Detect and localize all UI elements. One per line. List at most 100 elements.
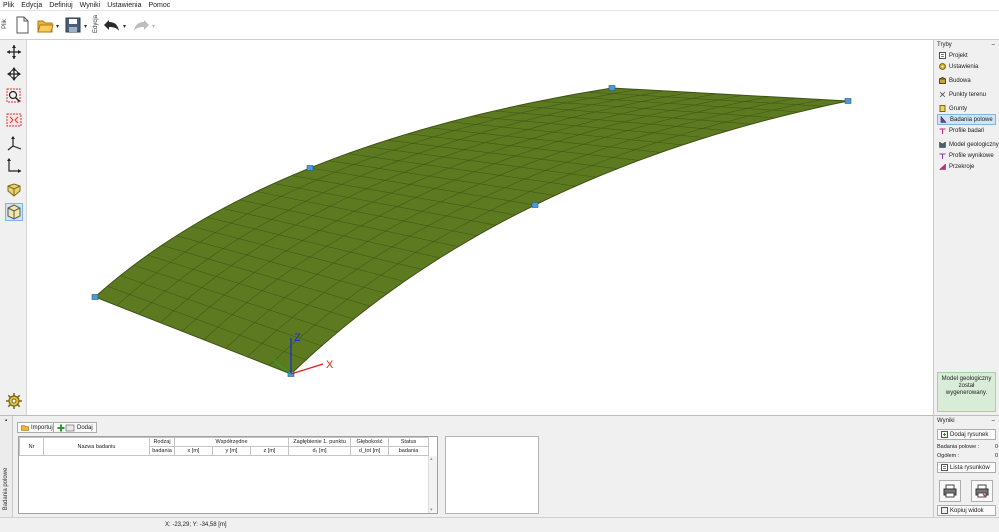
redo-dropdown-icon[interactable]: ▾ (152, 23, 155, 30)
menu-results[interactable]: Wyniki (80, 2, 101, 9)
building-icon (939, 77, 946, 84)
terrain-point-marker[interactable] (608, 85, 616, 91)
save-dropdown-icon[interactable]: ▾ (84, 23, 87, 30)
gear-icon (6, 393, 22, 409)
cursor-coordinates: X: -23,29; Y: -34,58 [m] (165, 522, 227, 528)
plan-view-button[interactable] (5, 156, 23, 174)
table-scrollbar[interactable]: ▴ ▾ (428, 456, 437, 513)
open-dropdown-icon[interactable]: ▾ (56, 23, 59, 30)
import-button[interactable]: Importuj (17, 422, 57, 433)
zoom-window-button[interactable] (5, 87, 23, 105)
import-label: Importuj (31, 424, 53, 431)
panel-pin-icon[interactable]: ▪ (5, 418, 7, 424)
undo-button[interactable] (103, 16, 119, 34)
status-bar: X: -23,29; Y: -34,58 [m] (0, 517, 999, 532)
mode-geological-model[interactable]: Model geologiczny (937, 139, 999, 150)
field-tests-table[interactable]: Nr Nazwa badaniu Rodzaj Współrzędne Zagł… (18, 436, 438, 514)
col-coordinates[interactable]: Współrzędne (173, 437, 290, 447)
mode-project[interactable]: Projekt (937, 50, 996, 61)
model-view-button[interactable] (5, 203, 23, 221)
col-y[interactable]: y [m] (212, 446, 251, 456)
zoom-extents-button[interactable] (5, 111, 23, 129)
undo-icon (104, 20, 119, 31)
mode-field-tests-label: Badania polowe (950, 116, 993, 123)
new-file-button[interactable] (15, 16, 31, 34)
results-field-tests-value: 0 (994, 444, 998, 450)
mode-result-profiles-label: Profile wynikowe (949, 152, 994, 159)
results-panel: Wyniki – Dodaj rysunek Badania polowe : … (933, 415, 999, 517)
results-collapse-button[interactable]: – (992, 418, 995, 424)
copy-view-icon (941, 507, 948, 514)
add-drawing-button[interactable]: Dodaj rysunek (937, 429, 996, 440)
terrain-point-marker[interactable] (306, 165, 314, 171)
mode-test-profiles[interactable]: Profile badań (937, 125, 996, 136)
print-button[interactable] (939, 480, 961, 502)
modes-collapse-button[interactable]: – (992, 42, 995, 48)
col-total-depth-top[interactable]: Głębokość (350, 437, 390, 447)
view-toolbar (0, 40, 27, 415)
scroll-up-icon[interactable]: ▴ (430, 456, 433, 462)
add-button[interactable]: Dodaj (53, 422, 97, 433)
col-status-top[interactable]: Status (388, 437, 430, 447)
modes-title: Tryby (937, 42, 952, 48)
copy-view-button[interactable]: Kopiuj widok (937, 505, 996, 516)
terrain-point-marker[interactable] (844, 98, 852, 104)
results-total-row: Ogółem : 0 (937, 453, 998, 459)
rotate-view-button[interactable] (5, 65, 23, 83)
move-arrows-icon (7, 45, 21, 59)
field-tests-table-header: Nr Nazwa badaniu Rodzaj Współrzędne Zagł… (19, 437, 430, 456)
col-nr[interactable]: Nr (19, 437, 44, 456)
new-file-icon (16, 16, 29, 34)
list-drawings-button[interactable]: Lista rysunków (937, 462, 996, 473)
mode-settings-label: Ustawienia (949, 63, 979, 70)
mode-result-profiles[interactable]: Profile wynikowe (937, 150, 996, 161)
results-field-tests-label: Badania polowe : (937, 444, 980, 450)
add-drawing-icon (941, 431, 948, 438)
menu-help[interactable]: Pomoc (148, 2, 170, 9)
menu-define[interactable]: Definiuj (49, 2, 72, 9)
menu-file[interactable]: Plik (3, 2, 14, 9)
col-z[interactable]: z [m] (249, 446, 290, 456)
axis-3d-icon (7, 136, 22, 151)
mode-field-tests[interactable]: Badania polowe (937, 114, 996, 125)
add-label: Dodaj (77, 424, 93, 431)
redo-button[interactable] (132, 16, 149, 34)
3d-viewport[interactable]: ZX (27, 40, 933, 415)
bottom-panel-side-tab[interactable]: ▪ Badania polowe (0, 416, 13, 518)
field-test-icon (940, 116, 947, 123)
mode-settings[interactable]: Ustawienia (937, 61, 996, 72)
terrain-point-marker[interactable] (531, 202, 539, 208)
print-export-button[interactable] (971, 480, 993, 502)
mode-building[interactable]: Budowa (937, 75, 996, 86)
terrain-view-button[interactable] (5, 181, 23, 199)
col-depth-first-top[interactable]: Zagłębienie 1. punktu (288, 437, 352, 447)
open-file-button[interactable] (37, 16, 54, 34)
menu-edit[interactable]: Edycja (21, 2, 42, 9)
scroll-down-icon[interactable]: ▾ (430, 507, 433, 513)
document-icon (939, 52, 946, 59)
col-test-type-bottom[interactable]: badania (149, 446, 175, 456)
undo-dropdown-icon[interactable]: ▾ (123, 23, 126, 30)
axonometric-view-button[interactable] (5, 134, 23, 152)
mode-terrain-points[interactable]: Punkty terenu (937, 89, 996, 100)
col-depth-first-bottom[interactable]: d₁ [m] (288, 446, 352, 456)
mode-test-profiles-label: Profile badań (949, 127, 985, 134)
col-test-type-top[interactable]: Rodzaj (149, 437, 175, 447)
view-settings-button[interactable] (5, 392, 23, 410)
mode-terrain-points-label: Punkty terenu (949, 91, 987, 98)
save-button[interactable] (65, 16, 81, 34)
mode-geological-model-label: Model geologiczny (949, 141, 999, 148)
terrain-point-marker[interactable] (91, 294, 99, 300)
mode-cross-sections[interactable]: Przekroje (937, 161, 996, 172)
col-total-depth-bottom[interactable]: d_tot [m] (350, 446, 390, 456)
move-view-button[interactable] (5, 43, 23, 61)
menu-bar: Plik Edycja Definiuj Wyniki Ustawienia P… (0, 0, 999, 11)
mode-soils[interactable]: Grunty (937, 103, 996, 114)
col-test-name[interactable]: Nazwa badaniu (43, 437, 150, 456)
field-tests-panel: ▪ Badania polowe Importuj Dodaj Nr Nazwa… (0, 415, 933, 518)
test-profile-icon (939, 128, 946, 134)
save-icon (65, 17, 81, 33)
menu-settings[interactable]: Ustawienia (107, 2, 141, 9)
col-x[interactable]: x [m] (174, 446, 213, 456)
col-status-bottom[interactable]: badania (388, 446, 430, 456)
